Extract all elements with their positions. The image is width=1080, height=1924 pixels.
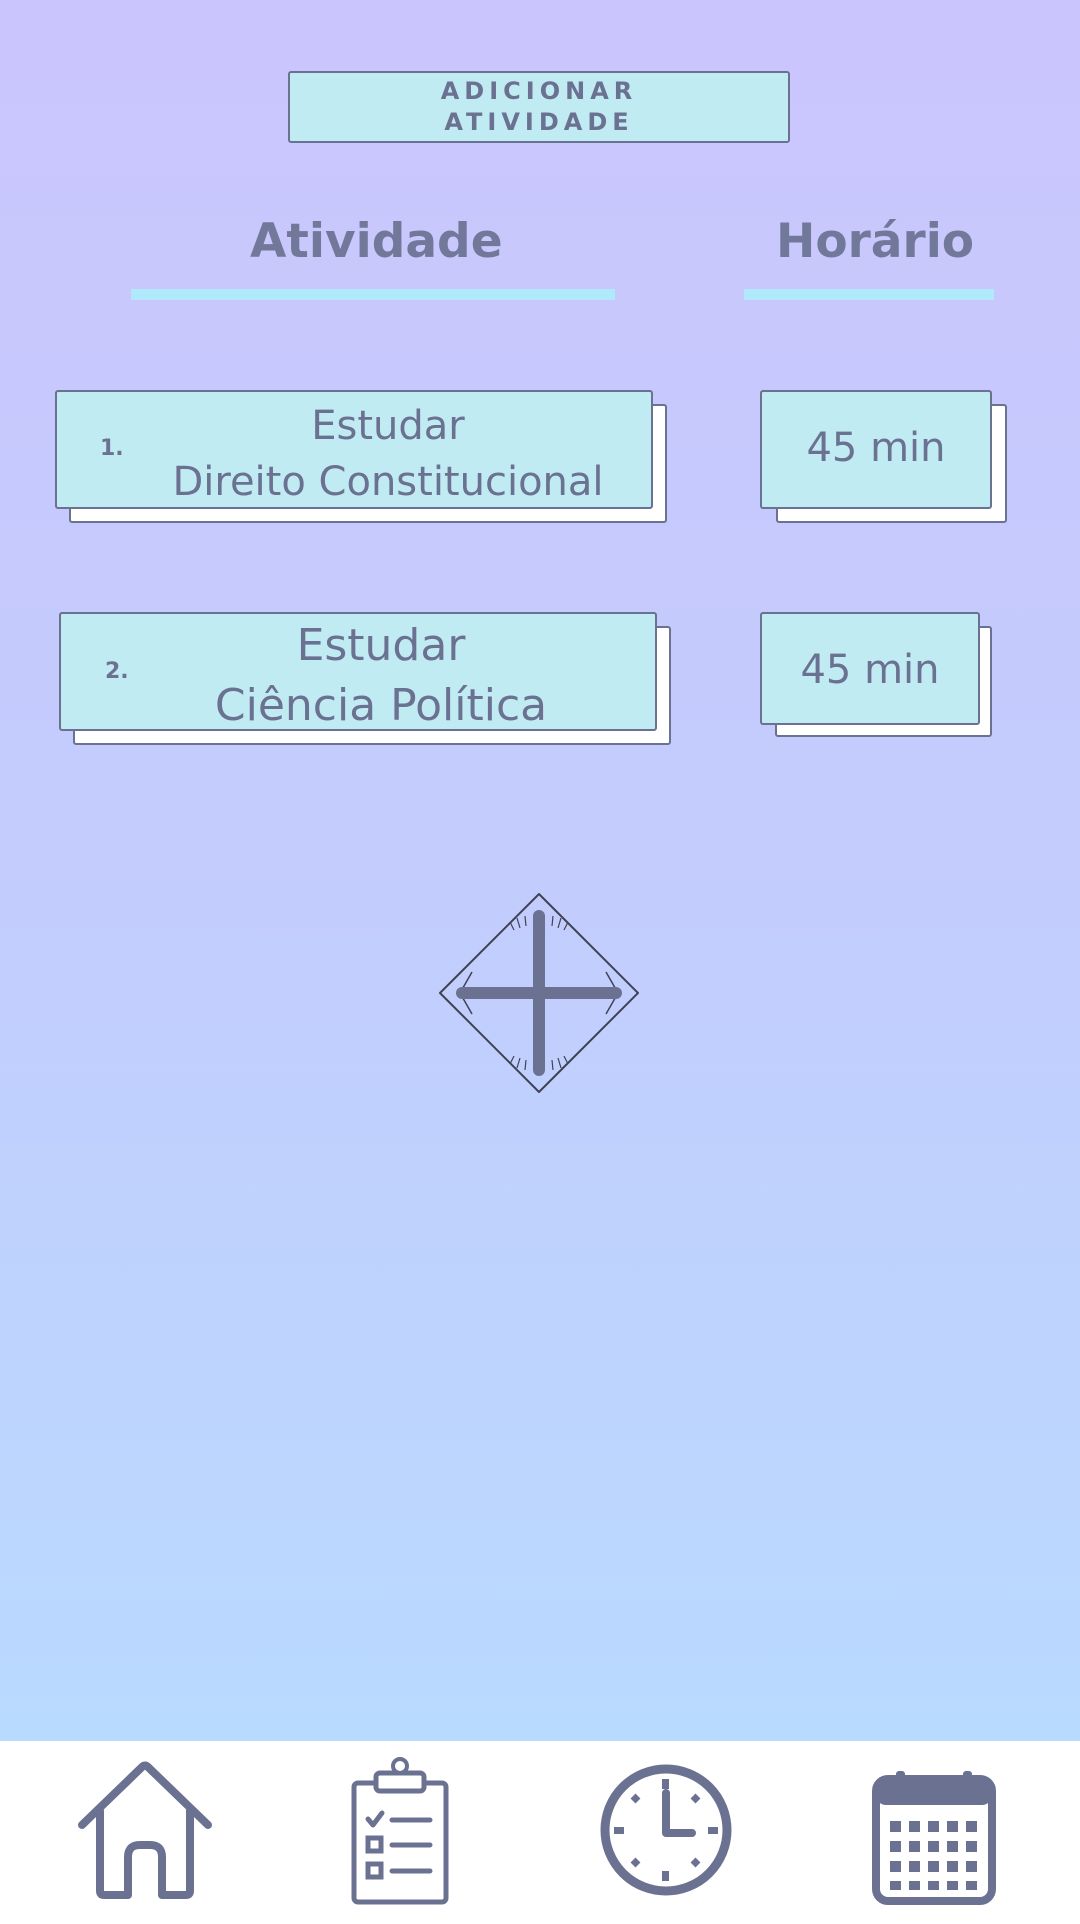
nav-home[interactable] — [70, 1741, 220, 1920]
bottom-navigation — [0, 1741, 1080, 1920]
home-icon — [78, 1761, 212, 1899]
calendar-icon — [872, 1771, 996, 1905]
plus-icon — [439, 893, 639, 1093]
add-activity-button[interactable]: ADICIONAR ATIVIDADE — [288, 71, 790, 143]
duration-value: 45 min — [806, 425, 946, 471]
nav-calendar[interactable] — [868, 1741, 1000, 1920]
nav-clock[interactable] — [596, 1741, 736, 1920]
activity-column-heading: Atividade — [250, 214, 503, 269]
add-item-button[interactable] — [438, 892, 640, 1094]
activity-item-2[interactable]: 2. Estudar Ciência Política — [59, 612, 657, 731]
activity-duration-1[interactable]: 45 min — [760, 390, 992, 509]
duration-value: 45 min — [800, 647, 940, 693]
clipboard-checklist-icon — [351, 1757, 449, 1905]
activity-duration-2[interactable]: 45 min — [760, 612, 980, 725]
nav-tasks[interactable] — [340, 1741, 460, 1920]
main-screen: ADICIONAR ATIVIDADE Atividade Horário 1.… — [0, 0, 1080, 1741]
time-column-underline — [744, 289, 994, 300]
time-column-heading: Horário — [776, 214, 975, 269]
activity-column-underline — [131, 289, 615, 300]
activity-title: Estudar Ciência Política — [214, 620, 548, 731]
clock-icon — [600, 1764, 732, 1896]
activity-number: 1. — [100, 436, 124, 461]
activity-item-1[interactable]: 1. Estudar Direito Constitucional — [55, 390, 653, 509]
activity-title: Estudar Direito Constitucional — [172, 403, 604, 505]
activity-number: 2. — [105, 659, 129, 684]
